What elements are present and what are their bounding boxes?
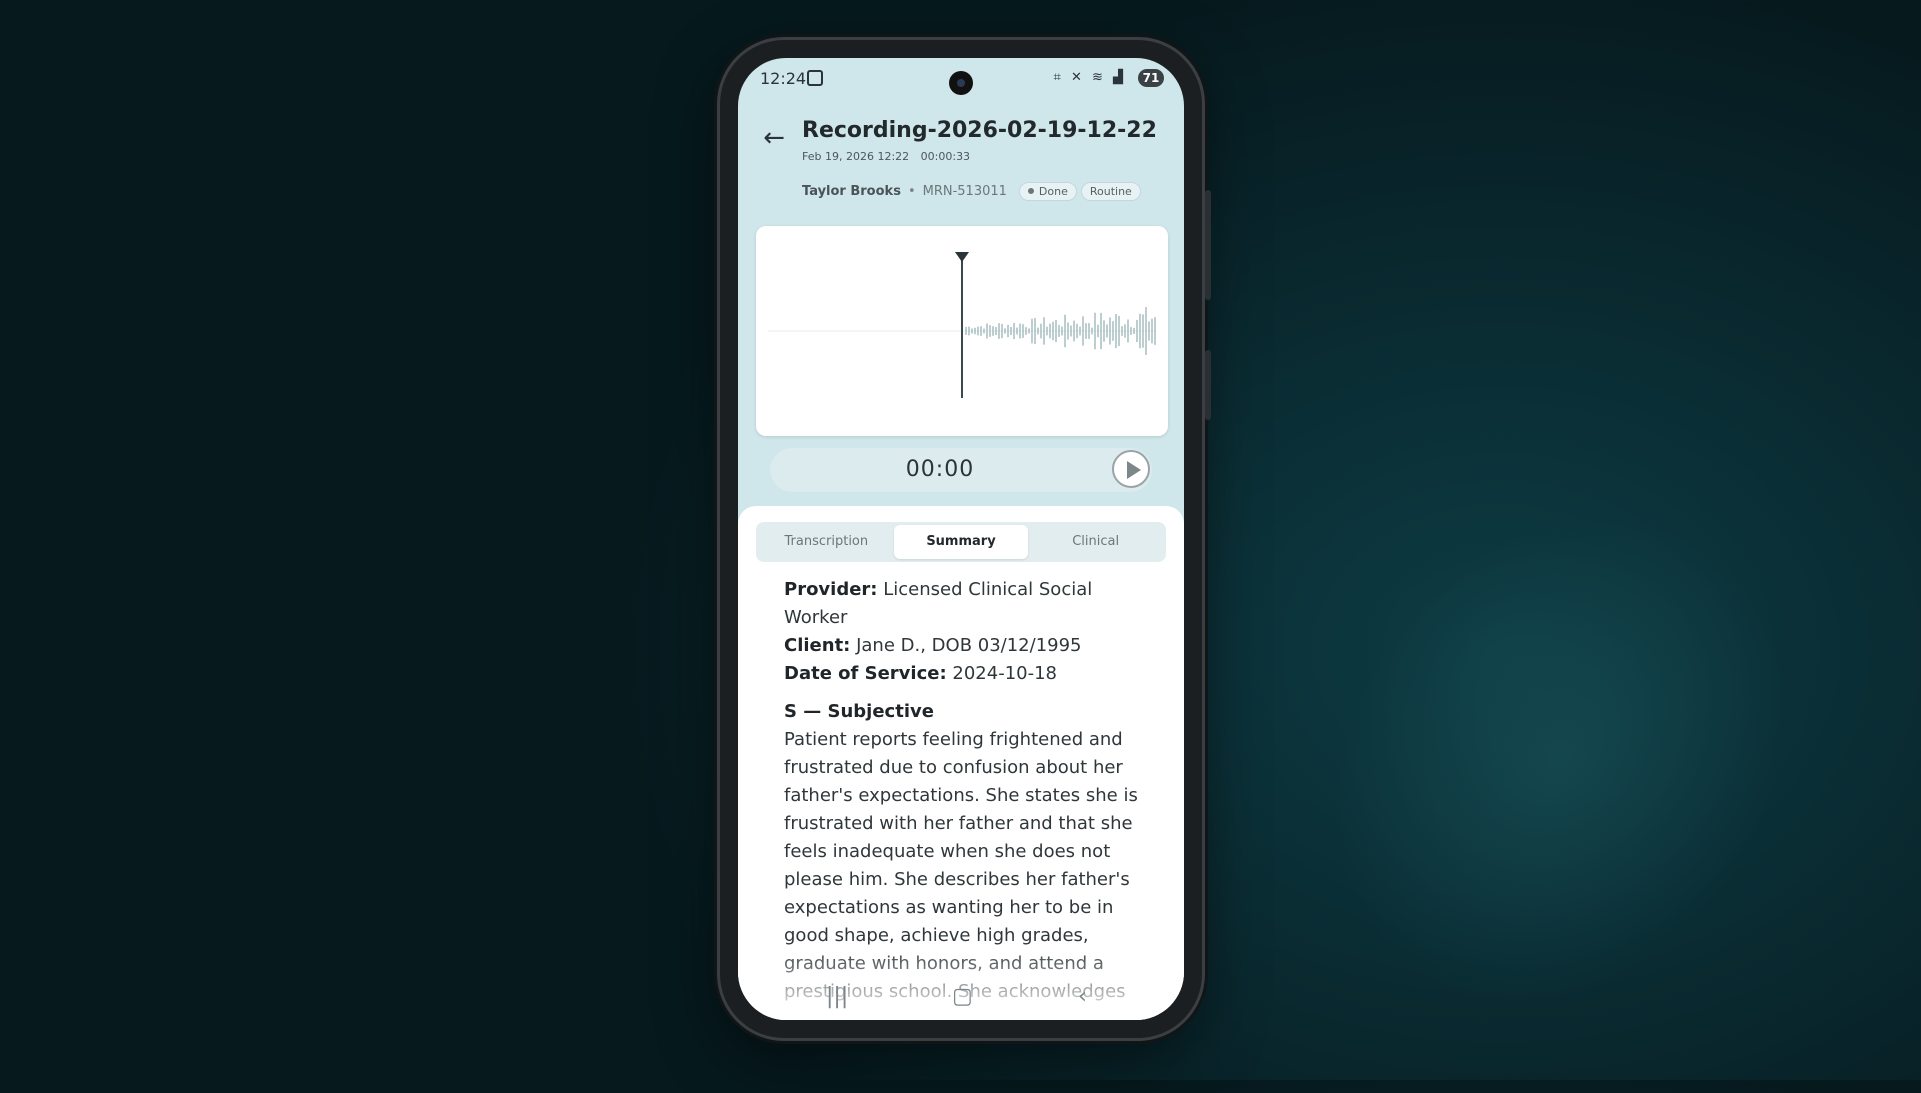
background-swirl <box>1238 426 1882 1093</box>
playback-bar[interactable]: 00:00 <box>770 448 1152 492</box>
screenshot-icon <box>807 70 823 86</box>
front-camera <box>949 71 973 95</box>
patient-mrn: MRN-513011 <box>922 183 1007 199</box>
provider-label: Provider: <box>784 579 878 600</box>
subjective-heading: S — Subjective <box>784 701 934 722</box>
status-dot-icon <box>1027 188 1034 194</box>
waveform-card[interactable] <box>756 226 1168 436</box>
playhead-marker-icon[interactable] <box>955 252 969 262</box>
status-time: 12:24 <box>760 69 807 88</box>
tab-summary[interactable]: Summary <box>893 525 1029 559</box>
system-nav-bar: ||| ▢ ‹ <box>738 974 1184 1020</box>
patient-meta-row: Taylor Brooks • MRN-513011 Done Routine <box>802 180 1141 202</box>
app-screen: 12:24 ⌗ ✕ ≋ ▟ 71 ← Recording-2026-02-19-… <box>738 58 1184 1020</box>
dos-line: Date of Service: 2024-10-18 <box>784 660 1140 688</box>
patient-name: Taylor Brooks <box>802 183 901 199</box>
tab-transcription[interactable]: Transcription <box>759 525 894 559</box>
tab-bar: Transcription Summary Clinical <box>756 522 1166 562</box>
waveform-svg[interactable] <box>756 226 1168 436</box>
play-button[interactable] <box>1112 450 1150 488</box>
battery-icon: 71 <box>1138 69 1164 87</box>
recording-date: Feb 19, 2026 12:22 <box>802 150 910 163</box>
power-button <box>1205 350 1211 420</box>
recording-duration: 00:00:33 <box>920 150 971 163</box>
recording-title: Recording-2026-02-19-12-22 <box>802 118 1157 143</box>
status-badge: Done <box>1018 181 1077 201</box>
provider-line: Provider: Licensed Clinical Social Worke… <box>784 576 1140 632</box>
back-arrow-icon[interactable]: ← <box>758 122 790 154</box>
dos-value: 2024-10-18 <box>946 663 1058 684</box>
home-icon[interactable]: ▢ <box>952 984 973 1009</box>
summary-content: Provider: Licensed Clinical Social Worke… <box>784 576 1140 1006</box>
status-bar: 12:24 ⌗ ✕ ≋ ▟ 71 <box>738 58 1184 98</box>
priority-badge-label: Routine <box>1089 184 1132 198</box>
playback-time: 00:00 <box>905 457 975 482</box>
content-sheet: Transcription Summary Clinical Provider:… <box>738 506 1184 1020</box>
nav-back-icon[interactable]: ‹ <box>1078 984 1087 1009</box>
meta-separator: • <box>907 183 916 199</box>
status-badge-label: Done <box>1038 184 1068 198</box>
priority-badge: Routine <box>1080 181 1141 201</box>
status-icons: ⌗ ✕ ≋ ▟ <box>1053 70 1126 85</box>
volume-button <box>1205 190 1211 300</box>
tab-clinical[interactable]: Clinical <box>1028 525 1163 559</box>
client-label: Client: <box>784 635 851 656</box>
client-value: Jane D., DOB 03/12/1995 <box>850 635 1082 656</box>
recents-icon[interactable]: ||| <box>826 984 848 1009</box>
recording-subtitle: Feb 19, 2026 12:22 00:00:33 <box>802 150 978 163</box>
phone-frame: 12:24 ⌗ ✕ ≋ ▟ 71 ← Recording-2026-02-19-… <box>720 40 1211 1038</box>
client-line: Client: Jane D., DOB 03/12/1995 <box>784 632 1140 660</box>
dos-label: Date of Service: <box>784 663 947 684</box>
